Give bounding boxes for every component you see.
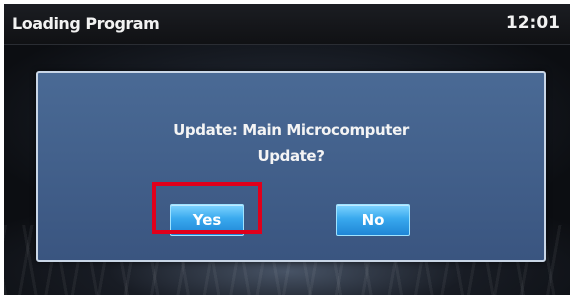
yes-button[interactable]: Yes <box>170 204 244 236</box>
update-dialog: Update: Main Microcomputer Update? Yes N… <box>36 71 546 262</box>
screen-frame: Loading Program 12:01 Update: Main Micro… <box>4 4 570 295</box>
dialog-message-line2: Update? <box>257 147 325 165</box>
clock: 12:01 <box>505 13 560 33</box>
title-bar: Loading Program 12:01 <box>4 4 570 45</box>
screen-title: Loading Program <box>12 14 160 33</box>
dialog-message-line1: Update: Main Microcomputer <box>173 121 409 139</box>
no-button[interactable]: No <box>336 204 410 236</box>
